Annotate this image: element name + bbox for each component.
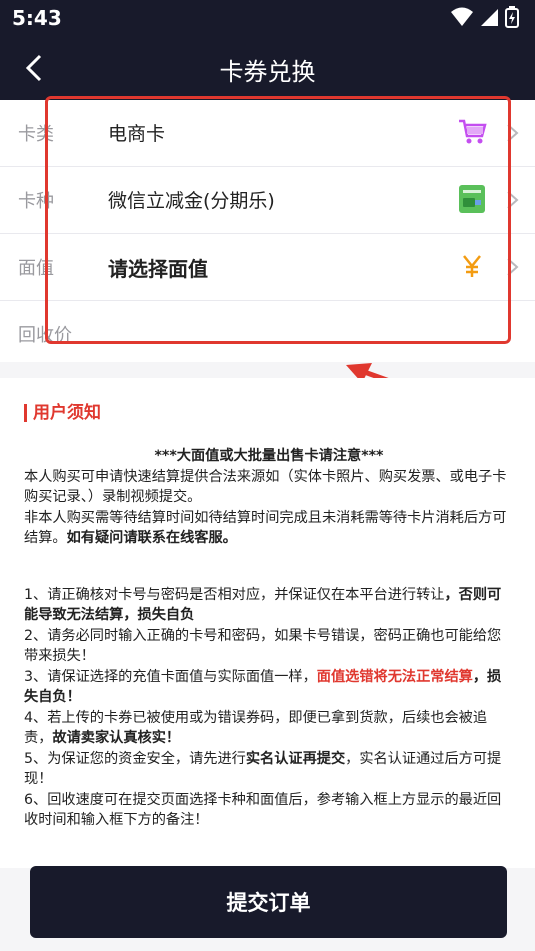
status-icons xyxy=(451,6,519,28)
submit-order-button[interactable]: 提交订单 xyxy=(30,866,507,938)
status-bar: 5:43 xyxy=(0,0,535,36)
battery-icon xyxy=(505,6,519,28)
notice-item-4: 4、若上传的卡券已被使用或为错误券码，即便已拿到货款，后续也会被追责，故请卖家认… xyxy=(24,708,514,749)
signal-icon xyxy=(481,9,498,26)
annotation-highlight-box xyxy=(45,96,511,344)
notice-item-1: 1、请正确核对卡号与密码是否相对应，并保证仅在本平台进行转让，否则可能导致无法结… xyxy=(24,585,514,626)
notice-item-6: 6、回收速度可在提交页面选择卡种和面值后，参考输入框上方显示的最近回收时间和输入… xyxy=(24,791,502,829)
user-notice-panel: 用户须知 ***大面值或大批量出售卡请注意*** 本人购买可申请快速结算提供合法… xyxy=(0,378,535,868)
notice-item-5-bold: 实名认证再提交 xyxy=(245,750,346,767)
notice-body: ***大面值或大批量出售卡请注意*** 本人购买可申请快速结算提供合法来源如（实… xyxy=(24,446,514,831)
notice-item-4-bold: 故请卖家认真核实！ xyxy=(52,730,181,746)
notice-item-1-text: 1、请正确核对卡号与密码是否相对应，并保证仅在本平台进行转让 xyxy=(24,586,445,603)
notice-paragraph-2: 非本人购买需等待结算时间如待结算时间完成且未消耗需等待卡片消耗后方可结算。如有疑… xyxy=(24,508,514,549)
page-title: 卡券兑换 xyxy=(219,58,316,86)
notice-warning: ***大面值或大批量出售卡请注意*** xyxy=(154,448,384,464)
status-time: 5:43 xyxy=(12,6,62,30)
notice-item-3: 3、请保证选择的充值卡面值与实际面值一样，面值选错将无法正常结算，损失自负！ xyxy=(24,667,514,708)
app-header: 卡券兑换 xyxy=(0,36,535,100)
notice-item-3-text: 3、请保证选择的充值卡面值与实际面值一样， xyxy=(24,668,317,685)
notice-p2-contact: 如有疑问请联系在线客服。 xyxy=(66,530,237,546)
notice-title: 用户须知 xyxy=(24,404,101,422)
notice-item-3-red: 面值选错将无法正常结算 xyxy=(316,668,473,685)
notice-item-5: 5、为保证您的资金安全，请先进行实名认证再提交，实名认证通过后方可提现！ xyxy=(24,749,514,790)
wifi-icon xyxy=(451,7,473,26)
notice-paragraph-1: 本人购买可申请快速结算提供合法来源如（实体卡照片、购买发票、或电子卡购买记录、）… xyxy=(24,468,507,506)
notice-item-2: 2、请务必同时输入正确的卡号和密码，如果卡号错误，密码正确也可能给您带来损失！ xyxy=(24,627,502,665)
notice-item-5-text: 5、为保证您的资金安全，请先进行 xyxy=(24,750,246,767)
